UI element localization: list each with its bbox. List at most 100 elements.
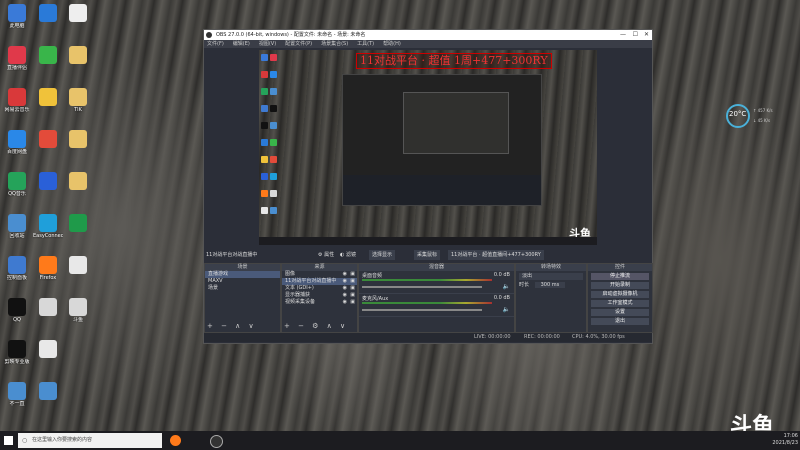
lock-icon[interactable]: ▣ — [350, 285, 355, 292]
preview-canvas[interactable]: 11对战平台 · 超值 1周+477+300RY 斗鱼 — [259, 50, 597, 245]
desktop-icon[interactable] — [33, 340, 63, 359]
properties-button[interactable]: ⚙ 属性 — [318, 250, 334, 260]
desktop-icon[interactable] — [63, 46, 93, 65]
desktop-icon[interactable] — [63, 214, 93, 233]
source-label: 视频采集设备 — [285, 299, 316, 305]
desktop-icon[interactable]: 百度网盘 — [2, 130, 32, 155]
firefox-taskbar-icon[interactable] — [170, 435, 181, 446]
speaker-icon[interactable]: 🔈 — [503, 306, 510, 313]
duration-field[interactable]: 300 ms — [534, 282, 566, 288]
desktop-icon[interactable]: Firefox — [33, 256, 63, 281]
lock-icon[interactable]: ▣ — [350, 299, 355, 306]
control-button[interactable]: 设置 — [591, 309, 649, 316]
desktop-icon[interactable]: QQ — [2, 298, 32, 323]
menu-item[interactable]: 编辑(E) — [233, 41, 250, 47]
menu-item[interactable]: 帮助(H) — [383, 41, 401, 47]
app-icon — [8, 256, 26, 274]
menu-item[interactable]: 配置文件(P) — [285, 41, 312, 47]
system-tray[interactable]: 17:06 2021/8/23 — [772, 433, 798, 447]
desktop-icon[interactable]: 控制面板 — [2, 256, 32, 281]
capture-cursor-button[interactable]: 采集鼠标 — [414, 250, 441, 260]
maximize-button[interactable]: ☐ — [633, 30, 638, 40]
source-item[interactable]: 文本 (GDI+) ◉ ▣ — [282, 285, 357, 292]
app-icon — [8, 130, 26, 148]
desktop-icon-label: 回收站 — [9, 233, 25, 239]
source-name-field[interactable]: 11对战平台 · 超值直播间+477+300RY — [448, 250, 544, 260]
control-button[interactable]: 开始录制 — [591, 282, 649, 289]
desktop-icon[interactable] — [33, 130, 63, 149]
volume-slider[interactable] — [362, 309, 482, 311]
desktop-icon-label: 百度网盘 — [6, 149, 27, 155]
menu-item[interactable]: 文件(F) — [207, 41, 224, 47]
mixer-channel-mic: 麦克风/Aux 0.0 dB 🔈 — [359, 294, 514, 317]
mixer-channel-desktop: 桌面音频 0.0 dB 🔈 — [359, 271, 514, 294]
desktop-icon[interactable] — [33, 46, 63, 65]
source-toolbar: 11对战平台对战直播中 ⚙ 属性 ◐ 滤镜 选择显示 采集鼠标 11对战平台 ·… — [204, 250, 652, 260]
preview-desktop-icon — [270, 173, 277, 180]
mixer-header: 混音器 — [359, 264, 514, 271]
preview-desktop-icon — [261, 122, 268, 129]
desktop-icon[interactable]: 直播伴侣 — [2, 46, 32, 71]
visibility-eye-icon[interactable]: ◉ — [343, 285, 347, 292]
transition-select[interactable]: 淡出 — [519, 273, 583, 280]
taskbar-search[interactable]: ○ 在这里输入你要搜索的内容 — [18, 433, 162, 448]
desktop-icon[interactable]: 不一直 — [2, 382, 32, 407]
scene-item[interactable]: 直播游戏 — [205, 271, 280, 278]
scene-item[interactable]: 场景 — [205, 285, 280, 292]
lock-icon[interactable]: ▣ — [350, 271, 355, 278]
volume-slider[interactable] — [362, 286, 482, 288]
lock-icon[interactable]: ▣ — [350, 292, 355, 299]
obs-taskbar-icon[interactable] — [210, 435, 223, 448]
source-item[interactable]: 视频采集设备 ◉ ▣ — [282, 299, 357, 306]
filters-button[interactable]: ◐ 滤镜 — [340, 250, 356, 260]
source-item[interactable]: 图像 ◉ ▣ — [282, 271, 357, 278]
preview-desktop-icon — [261, 54, 268, 61]
desktop-icon[interactable]: QQ音乐 — [2, 172, 32, 197]
start-button[interactable] — [4, 436, 13, 445]
control-button[interactable]: 工作室模式 — [591, 300, 649, 307]
control-button[interactable]: 启动虚拟摄像机 — [591, 291, 649, 298]
desktop-icon[interactable] — [33, 172, 63, 191]
nested-preview-inner — [403, 92, 509, 154]
control-button[interactable]: 停止推流 — [591, 273, 649, 280]
desktop-icon[interactable] — [63, 4, 93, 23]
scenes-toolbar[interactable]: + − ∧ ∨ — [207, 322, 257, 330]
menu-item[interactable]: 工具(T) — [357, 41, 374, 47]
desktop-icon[interactable] — [33, 382, 63, 401]
desktop-icon-label: 斗鱼 — [72, 317, 83, 323]
desktop-icon[interactable] — [63, 130, 93, 149]
visibility-eye-icon[interactable]: ◉ — [343, 271, 347, 278]
control-button[interactable]: 退出 — [591, 318, 649, 325]
minimize-button[interactable]: — — [620, 30, 626, 40]
visibility-eye-icon[interactable]: ◉ — [343, 299, 347, 306]
desktop-icon-label: QQ — [13, 317, 21, 323]
desktop-icon[interactable]: 此电脑 — [2, 4, 32, 29]
display-combo[interactable]: 选择显示 — [369, 250, 396, 260]
desktop-icon[interactable]: 回收站 — [2, 214, 32, 239]
desktop-icon[interactable]: 剪映专业版 — [2, 340, 32, 365]
source-item[interactable]: 显示器捕获 ◉ ▣ — [282, 292, 357, 299]
desktop-icon[interactable] — [33, 88, 63, 107]
lock-icon[interactable]: ▣ — [350, 278, 355, 285]
obs-logo-icon — [206, 32, 212, 38]
nested-obs-docks — [343, 175, 541, 205]
desktop-icon[interactable] — [63, 256, 93, 275]
speaker-icon[interactable]: 🔈 — [503, 283, 510, 290]
desktop-icon[interactable] — [33, 298, 63, 317]
desktop-icon[interactable]: 斗鱼 — [63, 298, 93, 323]
desktop-icon[interactable] — [63, 172, 93, 191]
desktop-icon-label: QQ音乐 — [8, 191, 26, 197]
visibility-eye-icon[interactable]: ◉ — [343, 278, 347, 285]
desktop-icon[interactable] — [33, 4, 63, 23]
scene-item[interactable]: MAXV — [205, 278, 280, 285]
desktop-icon[interactable]: TIK — [63, 88, 93, 113]
sources-toolbar[interactable]: + − ⚙ ∧ ∨ — [284, 322, 348, 330]
desktop-icon[interactable]: EasyConnect — [33, 214, 63, 239]
menu-item[interactable]: 视图(V) — [259, 41, 276, 47]
desktop-icon[interactable]: 网易云音乐 — [2, 88, 32, 113]
source-item[interactable]: 11对战平台对战直播中 ◉ ▣ — [282, 278, 357, 285]
visibility-eye-icon[interactable]: ◉ — [343, 292, 347, 299]
preview-desktop-icon — [270, 156, 277, 163]
menu-item[interactable]: 场景集合(S) — [321, 41, 348, 47]
close-button[interactable]: ✕ — [644, 30, 649, 40]
